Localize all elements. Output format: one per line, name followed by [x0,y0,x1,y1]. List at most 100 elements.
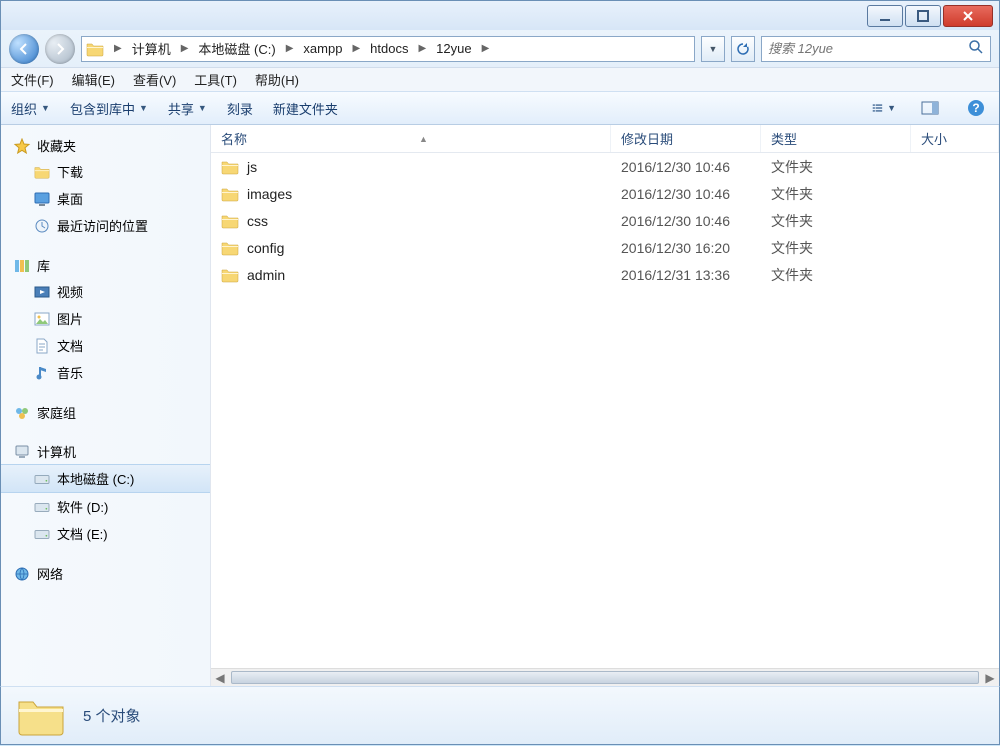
include-in-library-button[interactable]: 包含到库中▼ [70,99,148,118]
navigation-row: ▶ 计算机 ▶ 本地磁盘 (C:) ▶ xampp ▶ htdocs ▶ 12y… [1,30,999,67]
forward-button[interactable] [45,34,75,64]
burn-button[interactable]: 刻录 [227,99,253,118]
file-row[interactable]: js 2016/12/30 10:46文件夹 [211,153,999,180]
file-date: 2016/12/30 16:20 [611,240,761,256]
menu-tools[interactable]: 工具(T) [194,70,237,89]
menu-help[interactable]: 帮助(H) [255,70,299,89]
file-type: 文件夹 [761,238,911,258]
file-type: 文件夹 [761,157,911,177]
sidebar-item-desktop[interactable]: 桌面 [1,185,210,212]
homegroup-icon [13,405,31,421]
file-date: 2016/12/30 10:46 [611,186,761,202]
folder-icon [15,694,67,738]
view-options-button[interactable]: ▼ [871,96,897,120]
music-icon [33,365,51,381]
search-input[interactable] [768,41,968,56]
scrollbar-thumb[interactable] [231,671,979,684]
status-text: 5 个对象 [83,705,141,726]
file-name: config [247,240,284,256]
menu-file[interactable]: 文件(F) [11,70,54,89]
toolbar: 组织▼ 包含到库中▼ 共享▼ 刻录 新建文件夹 ▼ ? [1,91,999,125]
network-icon [13,566,31,582]
sidebar-item-drive-d[interactable]: 软件 (D:) [1,493,210,520]
sidebar-item-pictures[interactable]: 图片 [1,305,210,332]
sidebar-item-downloads[interactable]: 下载 [1,158,210,185]
recent-icon [33,218,51,234]
file-date: 2016/12/30 10:46 [611,213,761,229]
sidebar-computer[interactable]: 计算机 [1,439,210,464]
file-list: js2016/12/30 10:46文件夹images2016/12/30 10… [211,153,999,288]
column-date[interactable]: 修改日期 [611,125,761,152]
sidebar-item-drive-e[interactable]: 文档 (E:) [1,520,210,547]
video-icon [33,284,51,300]
sidebar-item-documents[interactable]: 文档 [1,332,210,359]
help-button[interactable]: ? [963,96,989,120]
breadcrumb-segment[interactable]: 12yue [432,39,475,58]
menu-view[interactable]: 查看(V) [133,70,176,89]
column-headers: 名称▲ 修改日期 类型 大小 [211,125,999,153]
drive-icon [33,471,51,487]
sidebar-homegroup[interactable]: 家庭组 [1,400,210,425]
desktop-icon [33,191,51,207]
picture-icon [33,311,51,327]
chevron-right-icon: ▶ [181,43,189,54]
address-dropdown-button[interactable]: ▼ [701,36,725,62]
search-icon[interactable] [968,39,984,58]
scroll-left-icon[interactable]: ◀ [211,669,229,686]
file-name: js [247,159,257,175]
column-type[interactable]: 类型 [761,125,911,152]
organize-button[interactable]: 组织▼ [11,99,50,118]
navigation-pane: 收藏夹 下载 桌面 最近访问的位置 库 视频 图片 文档 音乐 家庭组 计算机 … [1,125,211,686]
horizontal-scrollbar[interactable]: ◀ ▶ [211,668,999,686]
breadcrumb-segment[interactable]: 本地磁盘 (C:) [194,37,279,60]
sidebar-libraries[interactable]: 库 [1,253,210,278]
document-icon [33,338,51,354]
file-name: images [247,186,292,202]
minimize-button[interactable] [867,5,903,27]
preview-pane-button[interactable] [917,96,943,120]
file-type: 文件夹 [761,211,911,231]
share-button[interactable]: 共享▼ [168,99,207,118]
file-list-panel: 名称▲ 修改日期 类型 大小 js2016/12/30 10:46文件夹imag… [211,125,999,686]
folder-icon [221,186,239,202]
menu-edit[interactable]: 编辑(E) [72,70,115,89]
breadcrumb-segment[interactable]: xampp [299,39,346,58]
breadcrumb-segment[interactable]: 计算机 [128,37,175,60]
sidebar-item-recent[interactable]: 最近访问的位置 [1,212,210,239]
sidebar-item-videos[interactable]: 视频 [1,278,210,305]
refresh-button[interactable] [731,36,755,62]
file-row[interactable]: css 2016/12/30 10:46文件夹 [211,207,999,234]
sidebar-item-drive-c[interactable]: 本地磁盘 (C:) [1,464,210,493]
sidebar-network[interactable]: 网络 [1,561,210,586]
file-type: 文件夹 [761,265,911,285]
close-button[interactable] [943,5,993,27]
folder-icon [221,240,239,256]
file-date: 2016/12/30 10:46 [611,159,761,175]
back-button[interactable] [9,34,39,64]
status-bar: 5 个对象 [0,686,1000,745]
computer-icon [13,444,31,460]
library-icon [13,258,31,274]
file-name: admin [247,267,285,283]
scroll-right-icon[interactable]: ▶ [981,669,999,686]
column-name[interactable]: 名称▲ [211,125,611,152]
chevron-right-icon: ▶ [352,43,360,54]
file-row[interactable]: images2016/12/30 10:46文件夹 [211,180,999,207]
file-name: css [247,213,268,229]
folder-icon [221,159,239,175]
new-folder-button[interactable]: 新建文件夹 [273,99,338,118]
address-bar[interactable]: ▶ 计算机 ▶ 本地磁盘 (C:) ▶ xampp ▶ htdocs ▶ 12y… [81,36,695,62]
download-icon [33,164,51,180]
sidebar-favorites[interactable]: 收藏夹 [1,133,210,158]
breadcrumb-segment[interactable]: htdocs [366,39,412,58]
chevron-right-icon: ▶ [482,43,490,54]
column-size[interactable]: 大小 [911,125,999,152]
sidebar-item-music[interactable]: 音乐 [1,359,210,386]
file-date: 2016/12/31 13:36 [611,267,761,283]
file-row[interactable]: admin 2016/12/31 13:36文件夹 [211,261,999,288]
file-row[interactable]: config 2016/12/30 16:20文件夹 [211,234,999,261]
menubar: 文件(F) 编辑(E) 查看(V) 工具(T) 帮助(H) [1,67,999,91]
maximize-button[interactable] [905,5,941,27]
svg-text:?: ? [972,101,979,115]
search-box[interactable] [761,36,991,62]
